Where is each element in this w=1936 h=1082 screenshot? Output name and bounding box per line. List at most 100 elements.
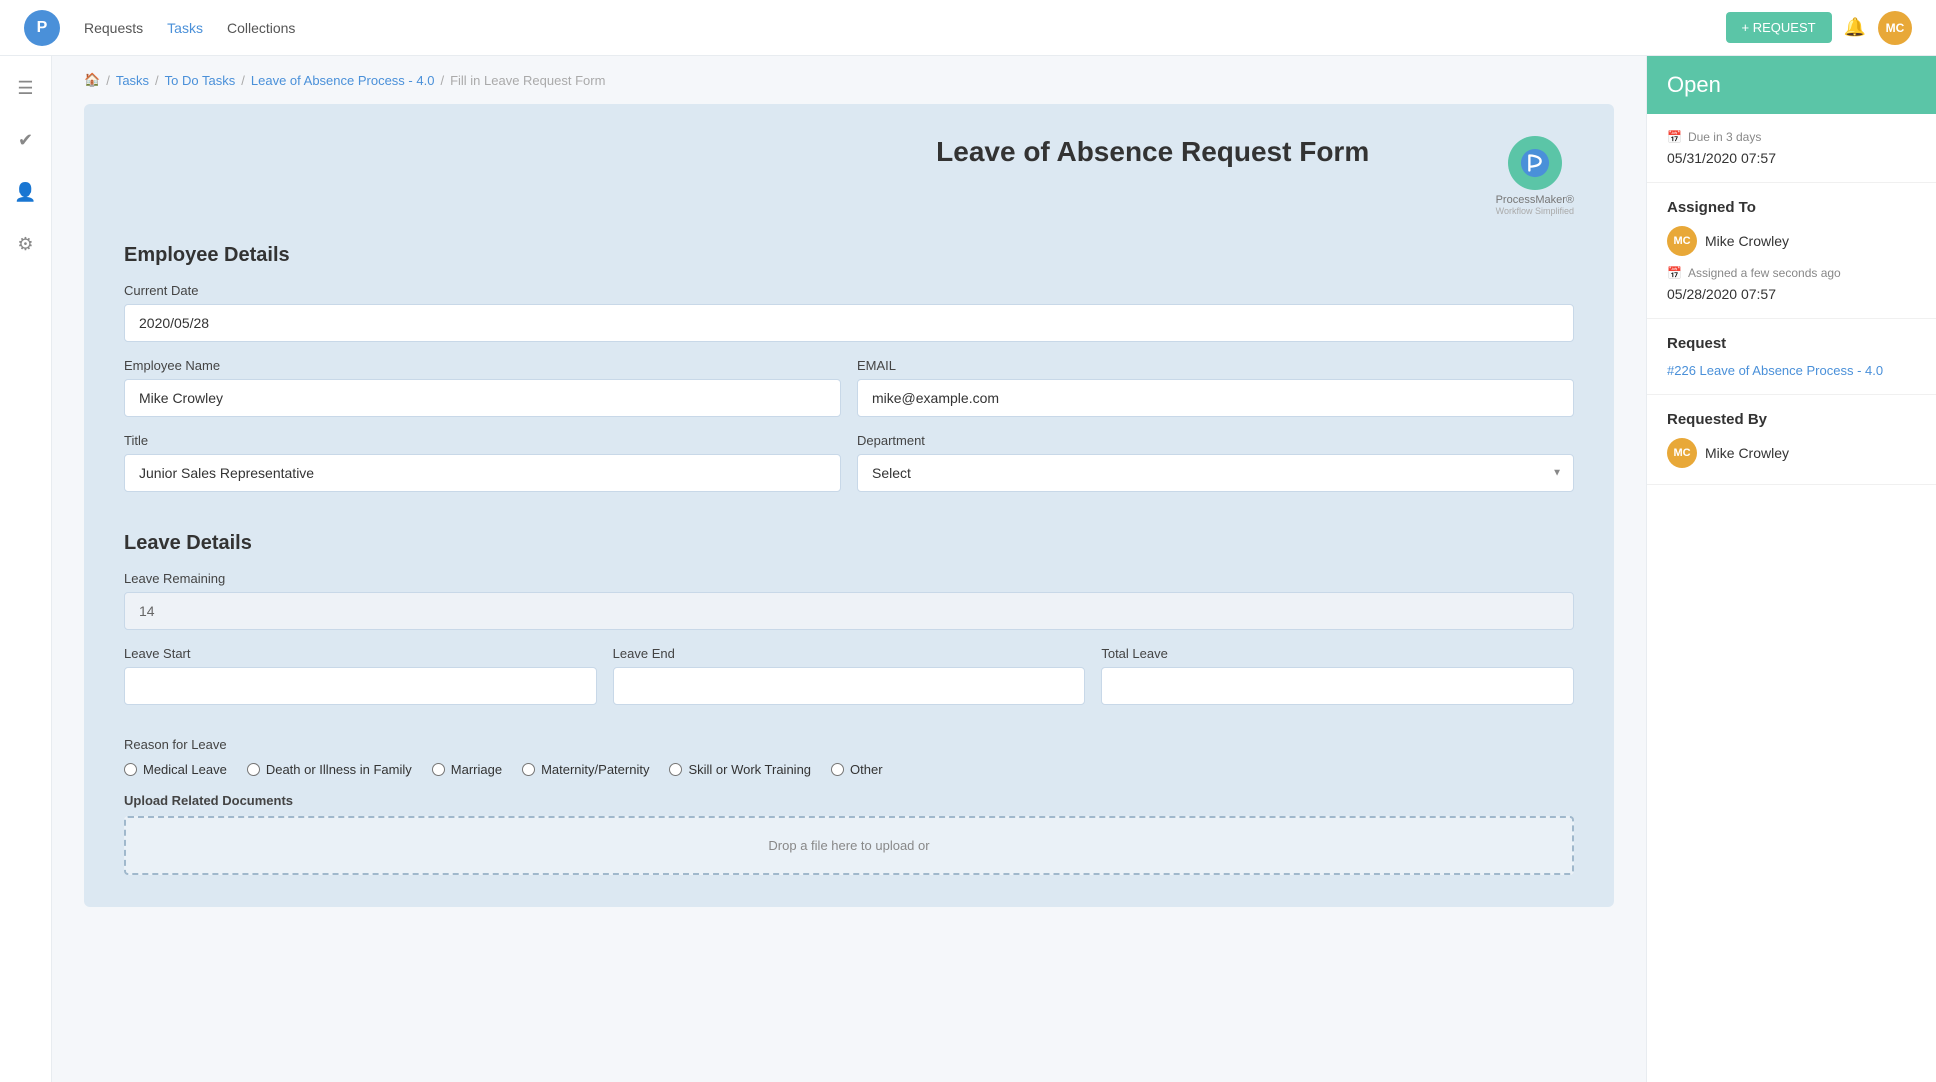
assigned-avatar: MC: [1667, 226, 1697, 256]
email-input[interactable]: [857, 379, 1574, 417]
pm-logo: ProcessMaker® Workflow Simplified: [1496, 136, 1574, 216]
panel-requested-by-section: Requested By MC Mike Crowley: [1647, 395, 1936, 485]
assigned-to-title: Assigned To: [1667, 199, 1916, 216]
leave-end-group: Leave End: [613, 646, 1086, 705]
leave-start-label: Leave Start: [124, 646, 597, 661]
reason-skill-radio[interactable]: [669, 763, 682, 776]
reason-other-label: Other: [850, 762, 883, 777]
reason-death-label: Death or Illness in Family: [266, 762, 412, 777]
leave-remaining-input[interactable]: [124, 592, 1574, 630]
request-title: Request: [1667, 335, 1916, 352]
reason-medical-radio[interactable]: [124, 763, 137, 776]
top-nav-right: + REQUEST 🔔 MC: [1726, 11, 1912, 45]
nav-tasks[interactable]: Tasks: [167, 20, 203, 36]
leave-end-label: Leave End: [613, 646, 1086, 661]
breadcrumb-separator: /: [106, 73, 110, 88]
reason-other[interactable]: Other: [831, 762, 883, 777]
email-label: EMAIL: [857, 358, 1574, 373]
breadcrumb-todo[interactable]: To Do Tasks: [165, 73, 236, 88]
reason-skill[interactable]: Skill or Work Training: [669, 762, 811, 777]
assigned-name: Mike Crowley: [1705, 233, 1789, 249]
reason-skill-label: Skill or Work Training: [688, 762, 811, 777]
sidebar: ☰ ✔ 👤 ⚙: [0, 56, 52, 1082]
breadcrumb-home-icon[interactable]: 🏠: [84, 72, 100, 88]
total-leave-group: Total Leave: [1101, 646, 1574, 705]
panel-request-section: Request #226 Leave of Absence Process - …: [1647, 319, 1936, 395]
reason-medical-label: Medical Leave: [143, 762, 227, 777]
app-layout: ☰ ✔ 👤 ⚙ 🏠 / Tasks / To Do Tasks / Leave …: [0, 56, 1936, 1082]
reason-medical[interactable]: Medical Leave: [124, 762, 227, 777]
panel-due-label: 📅 Due in 3 days: [1667, 130, 1916, 144]
panel-status-header: Open: [1647, 56, 1936, 114]
reason-marriage[interactable]: Marriage: [432, 762, 502, 777]
leave-start-group: Leave Start: [124, 646, 597, 705]
title-group: Title: [124, 433, 841, 492]
pm-logo-text: ProcessMaker®: [1496, 194, 1574, 206]
form-header: Leave of Absence Request Form ProcessMak…: [124, 136, 1574, 216]
title-label: Title: [124, 433, 841, 448]
bell-icon[interactable]: 🔔: [1844, 17, 1866, 38]
radio-group: Medical Leave Death or Illness in Family…: [124, 762, 1574, 777]
title-dept-row: Title Department Select: [124, 433, 1574, 508]
department-select-wrapper: Select: [857, 454, 1574, 492]
top-nav: P Requests Tasks Collections + REQUEST 🔔…: [0, 0, 1936, 56]
leave-end-input[interactable]: [613, 667, 1086, 705]
settings-icon[interactable]: ⚙: [10, 228, 42, 260]
total-leave-label: Total Leave: [1101, 646, 1574, 661]
employee-name-input[interactable]: [124, 379, 841, 417]
name-email-row: Employee Name EMAIL: [124, 358, 1574, 433]
breadcrumb-sep2: /: [155, 73, 159, 88]
assigned-time-row: 📅 Assigned a few seconds ago: [1667, 266, 1916, 280]
assigned-date: 05/28/2020 07:57: [1667, 286, 1916, 302]
reason-death-radio[interactable]: [247, 763, 260, 776]
panel-due-section: 📅 Due in 3 days 05/31/2020 07:57: [1647, 114, 1936, 183]
department-group: Department Select: [857, 433, 1574, 492]
users-icon[interactable]: 👤: [10, 176, 42, 208]
reason-marriage-radio[interactable]: [432, 763, 445, 776]
breadcrumb-process[interactable]: Leave of Absence Process - 4.0: [251, 73, 435, 88]
department-label: Department: [857, 433, 1574, 448]
request-button[interactable]: + REQUEST: [1726, 12, 1832, 43]
nav-requests[interactable]: Requests: [84, 20, 143, 36]
total-leave-input[interactable]: [1101, 667, 1574, 705]
reason-maternity-label: Maternity/Paternity: [541, 762, 649, 777]
reason-label: Reason for Leave: [124, 737, 1574, 752]
nav-collections[interactable]: Collections: [227, 20, 295, 36]
title-input[interactable]: [124, 454, 841, 492]
pm-logo-circle: [1508, 136, 1562, 190]
department-select[interactable]: Select: [857, 454, 1574, 492]
logo[interactable]: P: [24, 10, 60, 46]
leave-start-input[interactable]: [124, 667, 597, 705]
request-link[interactable]: #226 Leave of Absence Process - 4.0: [1667, 363, 1883, 378]
current-date-group: Current Date: [124, 283, 1574, 342]
reason-group: Reason for Leave Medical Leave Death or …: [124, 737, 1574, 777]
reason-death[interactable]: Death or Illness in Family: [247, 762, 412, 777]
reason-maternity-radio[interactable]: [522, 763, 535, 776]
pm-logo-svg: [1520, 148, 1550, 178]
form-area: Leave of Absence Request Form ProcessMak…: [84, 104, 1614, 907]
right-panel: Open 📅 Due in 3 days 05/31/2020 07:57 As…: [1646, 56, 1936, 1082]
reason-marriage-label: Marriage: [451, 762, 502, 777]
reason-maternity[interactable]: Maternity/Paternity: [522, 762, 649, 777]
upload-area[interactable]: Drop a file here to upload or: [124, 816, 1574, 875]
leave-remaining-group: Leave Remaining: [124, 571, 1574, 630]
requested-by-title: Requested By: [1667, 411, 1916, 428]
employee-name-label: Employee Name: [124, 358, 841, 373]
leave-dates-row: Leave Start Leave End Total Leave: [124, 646, 1574, 721]
breadcrumb-tasks[interactable]: Tasks: [116, 73, 149, 88]
requested-name: Mike Crowley: [1705, 445, 1789, 461]
panel-assigned-section: Assigned To MC Mike Crowley 📅 Assigned a…: [1647, 183, 1936, 319]
main-content: 🏠 / Tasks / To Do Tasks / Leave of Absen…: [52, 56, 1646, 1082]
leave-details-section: Leave Details Leave Remaining Leave Star…: [124, 532, 1574, 875]
menu-icon[interactable]: ☰: [10, 72, 42, 104]
nav-links: Requests Tasks Collections: [84, 20, 1726, 36]
current-date-input[interactable]: [124, 304, 1574, 342]
tasks-check-icon[interactable]: ✔: [10, 124, 42, 156]
reason-other-radio[interactable]: [831, 763, 844, 776]
assigned-calendar-icon: 📅: [1667, 266, 1682, 280]
calendar-icon: 📅: [1667, 130, 1682, 144]
requested-avatar: MC: [1667, 438, 1697, 468]
user-avatar[interactable]: MC: [1878, 11, 1912, 45]
employee-details-title: Employee Details: [124, 244, 1574, 267]
leave-details-title: Leave Details: [124, 532, 1574, 555]
